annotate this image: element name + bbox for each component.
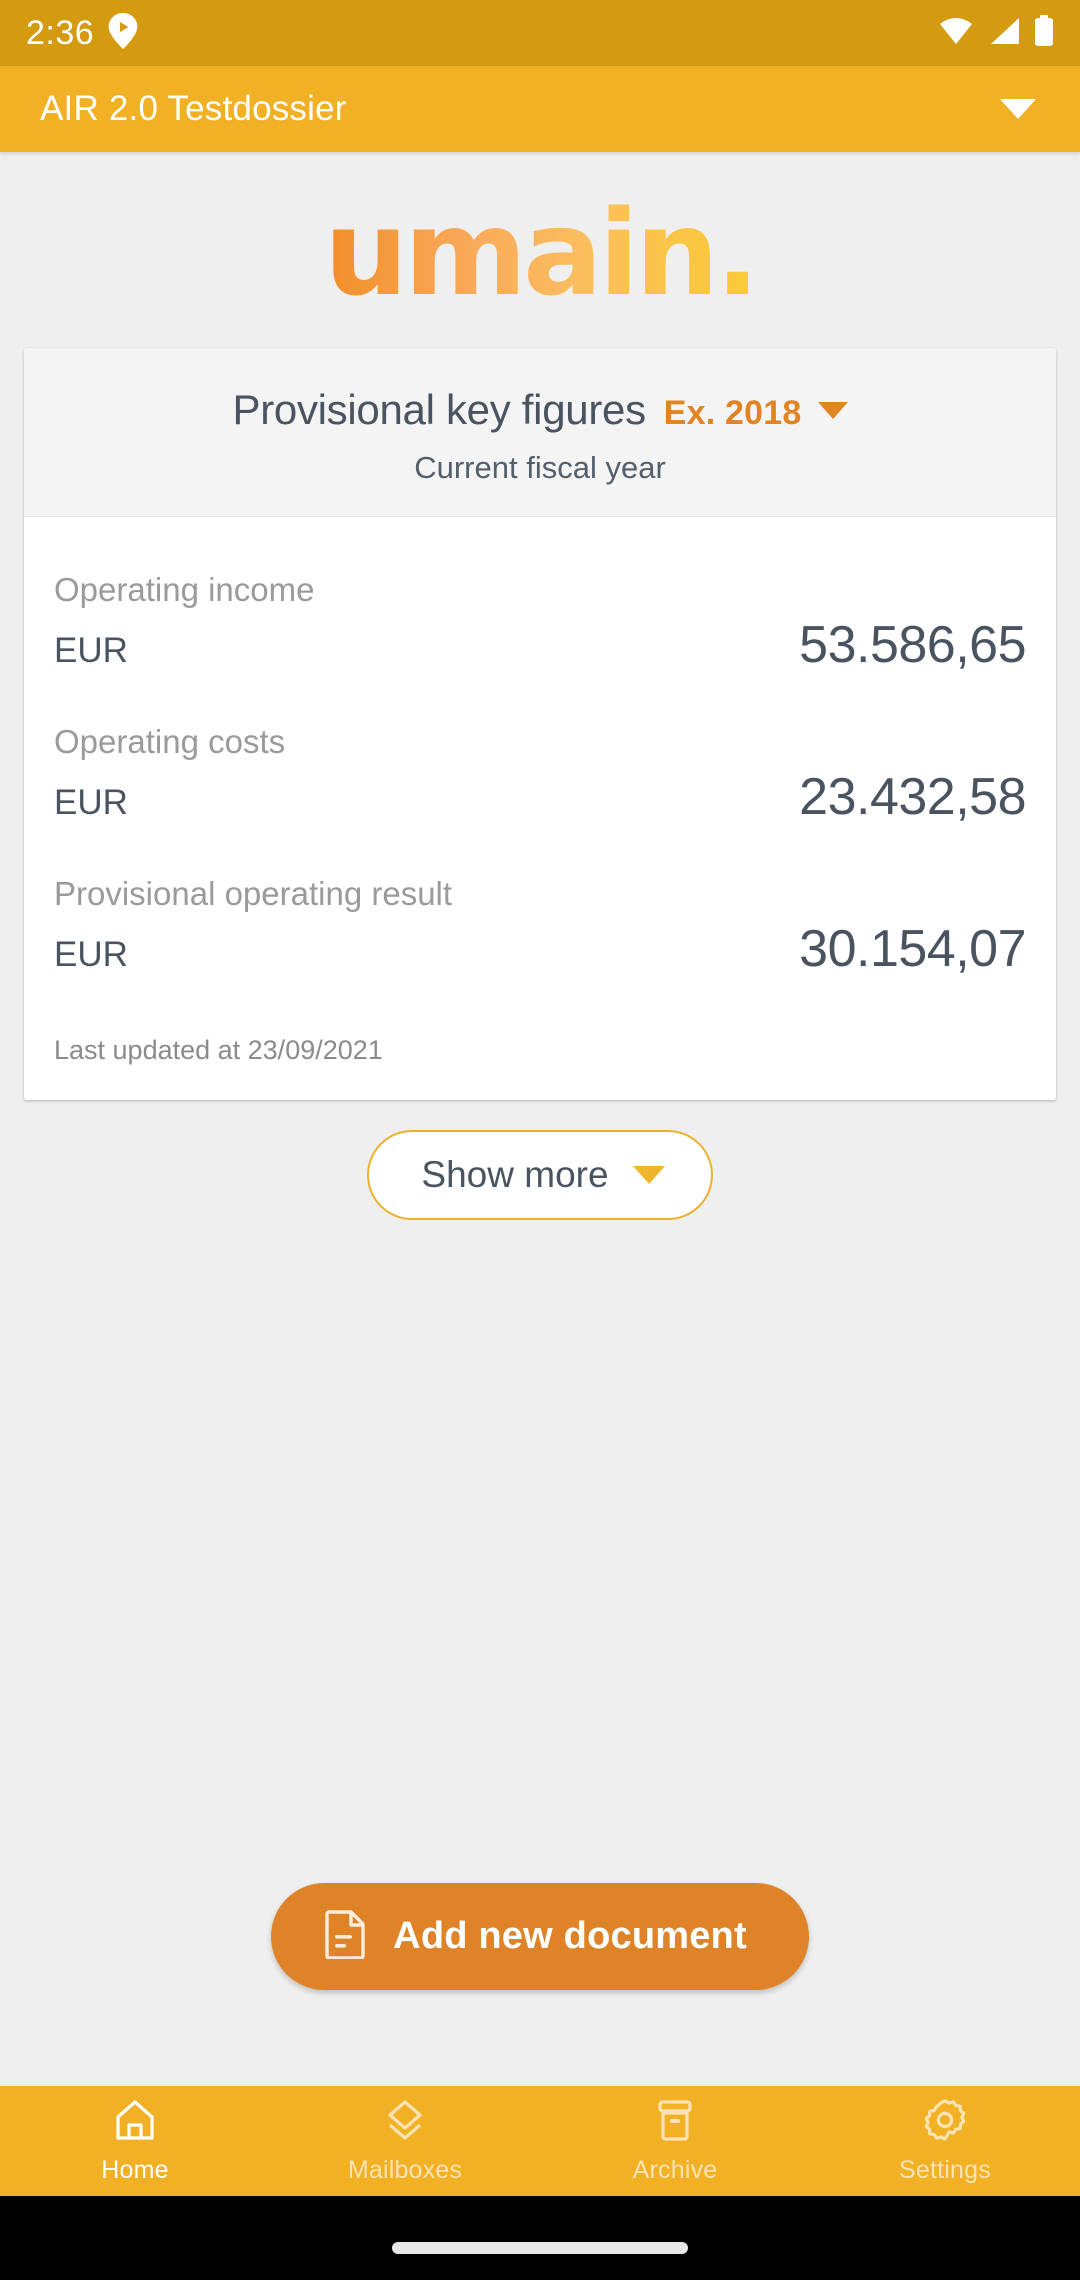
- figure-line: EUR 30.154,07: [54, 919, 1026, 979]
- nav-label-home: Home: [101, 2156, 169, 2184]
- app-bar[interactable]: AIR 2.0 Testdossier: [0, 66, 1080, 152]
- gesture-navigation-bar: [0, 2196, 1080, 2280]
- add-document-wrapper: Add new document: [0, 1883, 1080, 1990]
- add-new-document-label: Add new document: [393, 1915, 747, 1957]
- app-bar-title: AIR 2.0 Testdossier: [40, 89, 347, 128]
- figure-line: EUR 53.586,65: [54, 615, 1026, 675]
- layers-icon: [382, 2097, 428, 2148]
- chevron-down-icon: [817, 402, 848, 419]
- figure-value: 53.586,65: [799, 616, 1026, 674]
- figure-row: Provisional operating result EUR 30.154,…: [54, 849, 1026, 1001]
- wifi-icon: [938, 16, 974, 51]
- figure-row: Operating costs EUR 23.432,58: [54, 697, 1026, 849]
- nav-item-settings[interactable]: Settings: [810, 2086, 1080, 2196]
- show-more-label: Show more: [421, 1154, 609, 1195]
- document-icon: [325, 1909, 367, 1964]
- nav-label-settings: Settings: [899, 2156, 991, 2184]
- show-more-wrapper: Show more: [0, 1130, 1080, 1220]
- signal-icon: [987, 16, 1021, 51]
- figure-label: Provisional operating result: [54, 875, 453, 912]
- figure-currency: EUR: [54, 783, 128, 822]
- chevron-down-icon: [632, 1166, 665, 1184]
- figure-value: 30.154,07: [799, 920, 1026, 978]
- exercise-year-dropdown[interactable]: Ex. 2018: [664, 394, 848, 433]
- nav-item-archive[interactable]: Archive: [540, 2086, 810, 2196]
- bottom-navigation-bar: Home Mailboxes Archive Settings: [0, 2086, 1080, 2196]
- nav-label-mailboxes: Mailboxes: [347, 2156, 463, 2184]
- page-title: Provisional key figures: [232, 386, 646, 433]
- status-bar-left: 2:36: [26, 12, 138, 54]
- home-indicator[interactable]: [392, 2242, 688, 2254]
- main-content: umain. Provisional key figures Ex. 2018 …: [0, 152, 1080, 2086]
- brand-logo: umain.: [0, 152, 1080, 312]
- key-figures-card-body: Operating income EUR 53.586,65 Operating…: [24, 517, 1056, 1100]
- status-bar-right: [938, 14, 1054, 52]
- nav-item-home[interactable]: Home: [0, 2086, 270, 2196]
- figure-value: 23.432,58: [799, 768, 1026, 826]
- play-badge-icon: [108, 12, 138, 54]
- battery-icon: [1034, 14, 1054, 52]
- exercise-year-label: Ex. 2018: [663, 394, 802, 432]
- show-more-button[interactable]: Show more: [367, 1130, 713, 1220]
- figure-row: Operating income EUR 53.586,65: [54, 545, 1026, 697]
- umain-logo-text: umain.: [324, 184, 760, 322]
- phone-screen: 2:36 AIR 2.0 Testdossier umain. Provisio…: [0, 0, 1080, 2280]
- last-updated-text: Last updated at 23/09/2021: [54, 1035, 383, 1065]
- chevron-down-icon[interactable]: [1000, 99, 1036, 119]
- card-subtitle: Current fiscal year: [414, 450, 666, 485]
- nav-label-archive: Archive: [632, 2156, 718, 2184]
- nav-item-mailboxes[interactable]: Mailboxes: [270, 2086, 540, 2196]
- key-figures-card-header: Provisional key figures Ex. 2018 Current…: [24, 348, 1056, 517]
- figure-line: EUR 23.432,58: [54, 767, 1026, 827]
- archive-box-icon: [652, 2097, 698, 2148]
- card-title-row: Provisional key figures Ex. 2018: [52, 386, 1028, 434]
- status-bar-clock: 2:36: [26, 13, 95, 52]
- figure-currency: EUR: [54, 935, 128, 974]
- home-icon: [112, 2097, 158, 2148]
- figure-label: Operating income: [54, 571, 315, 608]
- key-figures-card: Provisional key figures Ex. 2018 Current…: [24, 348, 1056, 1100]
- status-bar: 2:36: [0, 0, 1080, 66]
- figure-label: Operating costs: [54, 723, 286, 760]
- gear-icon: [922, 2097, 968, 2148]
- add-new-document-button[interactable]: Add new document: [271, 1883, 809, 1990]
- figure-currency: EUR: [54, 631, 128, 670]
